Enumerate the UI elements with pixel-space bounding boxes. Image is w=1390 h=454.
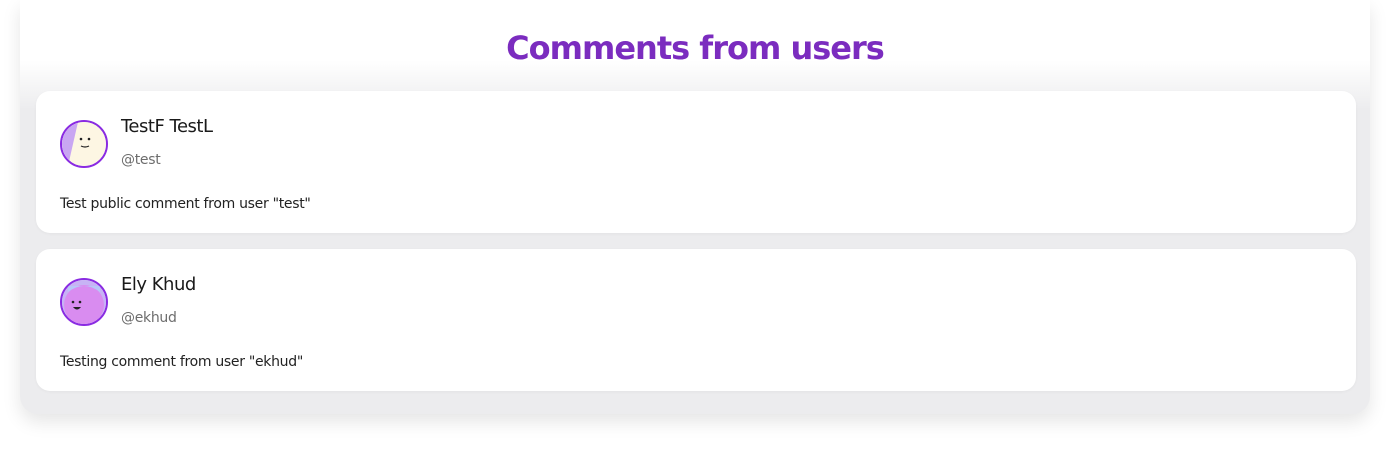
comment-author-name[interactable]: Ely Khud (121, 273, 196, 297)
page-title: Comments from users (506, 29, 885, 67)
comment-card: Ely Khud @ekhud Testing comment from use… (36, 249, 1356, 391)
comment-author-handle[interactable]: @test (121, 150, 161, 170)
comments-panel: Comments from users TestF TestL @test Te… (20, 0, 1370, 414)
comment-author-handle[interactable]: @ekhud (121, 308, 177, 328)
comment-body: Test public comment from user "test" (60, 196, 311, 212)
neutral-face-avatar-icon[interactable] (60, 120, 108, 168)
comment-body: Testing comment from user "ekhud" (60, 354, 303, 370)
comment-author-name[interactable]: TestF TestL (121, 115, 213, 139)
smiling-face-avatar-icon[interactable] (60, 278, 108, 326)
comment-card: TestF TestL @test Test public comment fr… (36, 91, 1356, 233)
